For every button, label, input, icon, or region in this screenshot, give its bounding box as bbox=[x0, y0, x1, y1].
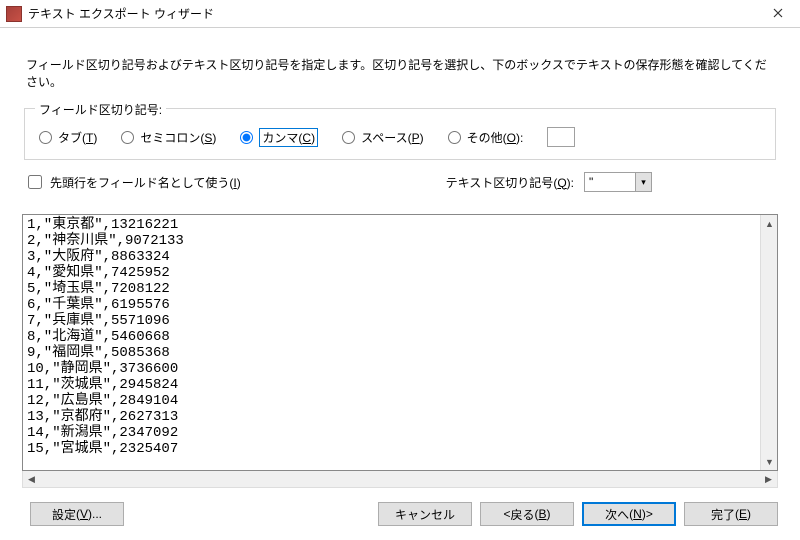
radio-comma-input[interactable] bbox=[240, 131, 253, 144]
instruction-text: フィールド区切り記号およびテキスト区切り記号を指定します。区切り記号を選択し、下… bbox=[26, 56, 774, 90]
firstrow-checkbox-row[interactable]: 先頭行をフィールド名として使う(I) bbox=[28, 174, 438, 191]
chevron-down-icon: ▾ bbox=[635, 173, 651, 191]
next-button[interactable]: 次へ(N) > bbox=[582, 502, 676, 526]
text-qualifier-value: " bbox=[585, 175, 635, 189]
preview-wrap: 1,"東京都",13216221 2,"神奈川県",9072133 3,"大阪府… bbox=[22, 214, 778, 488]
radio-tab-input[interactable] bbox=[39, 131, 52, 144]
close-icon bbox=[773, 7, 783, 21]
radio-other-label: その他(O): bbox=[467, 129, 524, 146]
radio-comma-label: カンマ(C) bbox=[259, 128, 318, 147]
scroll-down-icon[interactable]: ▼ bbox=[761, 453, 778, 470]
firstrow-checkbox[interactable] bbox=[28, 175, 42, 189]
radio-comma[interactable]: カンマ(C) bbox=[240, 128, 318, 147]
text-qualifier-row: テキスト区切り記号(Q): " ▾ bbox=[446, 172, 652, 192]
close-button[interactable] bbox=[755, 0, 800, 28]
other-delimiter-input[interactable] bbox=[547, 127, 575, 147]
back-button[interactable]: < 戻る(B) bbox=[480, 502, 574, 526]
radio-tab-label: タブ(T) bbox=[58, 129, 97, 146]
horizontal-scrollbar[interactable]: ◀ ▶ bbox=[22, 471, 778, 488]
title-bar: テキスト エクスポート ウィザード bbox=[0, 0, 800, 28]
options-row: 先頭行をフィールド名として使う(I) テキスト区切り記号(Q): " ▾ bbox=[28, 172, 772, 192]
vertical-scrollbar[interactable]: ▲ ▼ bbox=[760, 215, 777, 470]
preview-box: 1,"東京都",13216221 2,"神奈川県",9072133 3,"大阪府… bbox=[22, 214, 778, 471]
radio-other[interactable]: その他(O): bbox=[448, 129, 524, 146]
radio-semicolon-label: セミコロン(S) bbox=[140, 129, 216, 146]
finish-button[interactable]: 完了(E) bbox=[684, 502, 778, 526]
radio-space-input[interactable] bbox=[342, 131, 355, 144]
app-icon bbox=[6, 6, 22, 22]
radio-tab[interactable]: タブ(T) bbox=[39, 129, 97, 146]
radio-space-label: スペース(P) bbox=[361, 129, 424, 146]
text-qualifier-combo[interactable]: " ▾ bbox=[584, 172, 652, 192]
dialog-body: フィールド区切り記号およびテキスト区切り記号を指定します。区切り記号を選択し、下… bbox=[0, 28, 800, 540]
scroll-up-icon[interactable]: ▲ bbox=[761, 215, 778, 232]
delimiter-radio-row: タブ(T) セミコロン(S) カンマ(C) スペース(P) その他(O): bbox=[39, 127, 761, 147]
radio-semicolon[interactable]: セミコロン(S) bbox=[121, 129, 216, 146]
window-title: テキスト エクスポート ウィザード bbox=[28, 5, 755, 22]
radio-space[interactable]: スペース(P) bbox=[342, 129, 424, 146]
scroll-right-icon[interactable]: ▶ bbox=[760, 471, 777, 488]
radio-other-input[interactable] bbox=[448, 131, 461, 144]
firstrow-checkbox-label: 先頭行をフィールド名として使う(I) bbox=[50, 174, 241, 191]
button-row: 設定(V)... キャンセル < 戻る(B) 次へ(N) > 完了(E) bbox=[22, 488, 778, 532]
cancel-button[interactable]: キャンセル bbox=[378, 502, 472, 526]
delimiter-fieldset: フィールド区切り記号: タブ(T) セミコロン(S) カンマ(C) スペース(P… bbox=[24, 108, 776, 160]
radio-semicolon-input[interactable] bbox=[121, 131, 134, 144]
preview-text: 1,"東京都",13216221 2,"神奈川県",9072133 3,"大阪府… bbox=[23, 215, 760, 470]
scroll-left-icon[interactable]: ◀ bbox=[23, 471, 40, 488]
text-qualifier-label: テキスト区切り記号(Q): bbox=[446, 174, 574, 191]
delimiter-legend: フィールド区切り記号: bbox=[35, 101, 166, 118]
settings-button[interactable]: 設定(V)... bbox=[30, 502, 124, 526]
